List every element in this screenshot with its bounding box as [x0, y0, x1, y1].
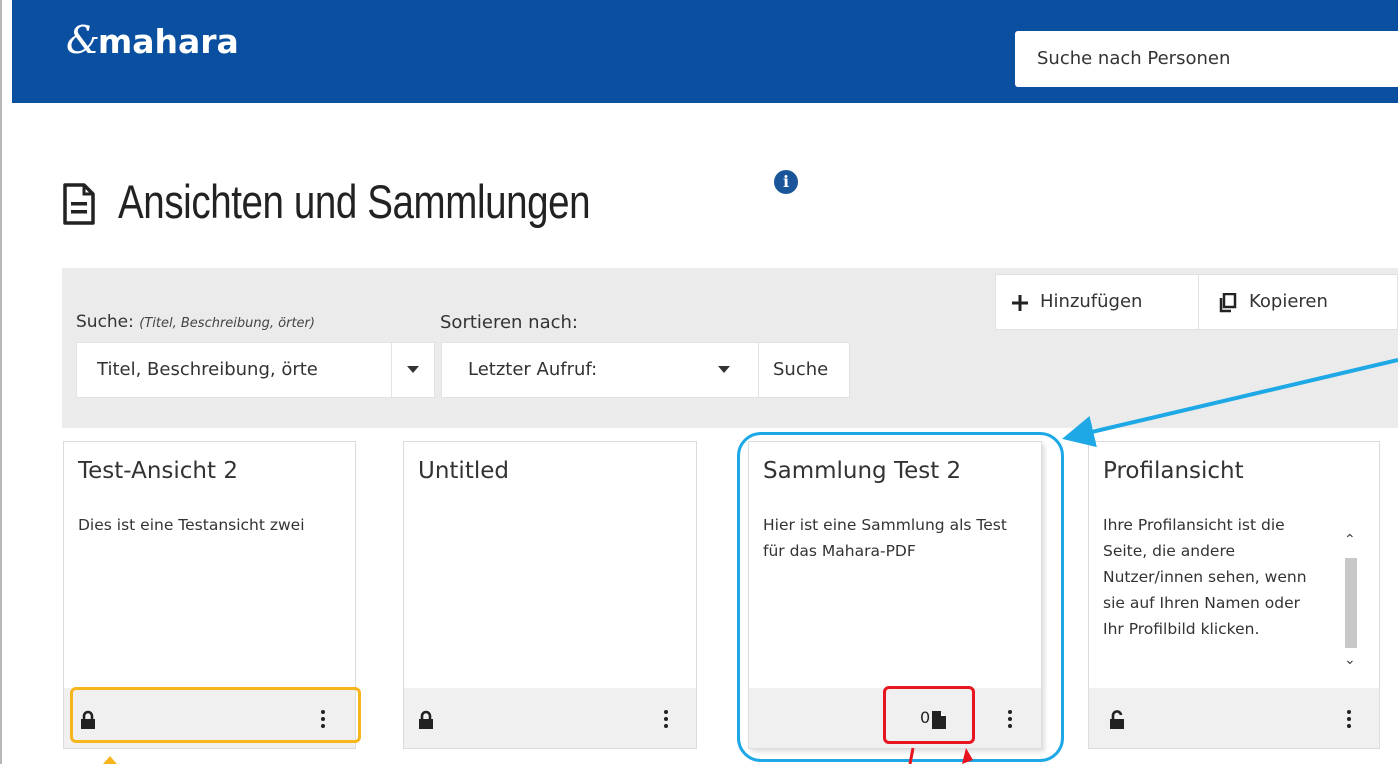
card-description-viewport: Ihre Profilansicht ist die Seite, die an… — [1103, 512, 1329, 688]
people-search — [1015, 31, 1398, 87]
caret-down-icon — [407, 366, 419, 373]
caret-down-icon — [718, 366, 730, 373]
filter-panel: Suche: (Titel, Beschreibung, örter) Sort… — [62, 268, 1398, 428]
copy-button-label: Kopieren — [1249, 291, 1328, 312]
unlock-icon — [1110, 710, 1124, 729]
search-scope-dropdown[interactable] — [391, 342, 435, 398]
logo-swirl: & — [66, 18, 100, 62]
chevron-up-icon[interactable]: ⌃ — [1344, 532, 1356, 548]
search-scope-select[interactable]: Titel, Beschreibung, örte — [76, 342, 398, 398]
more-options-icon[interactable] — [664, 710, 668, 728]
card-description: Dies ist eine Testansicht zwei — [78, 516, 305, 534]
card-title[interactable]: Untitled — [418, 458, 509, 484]
card-title[interactable]: Profilansicht — [1103, 458, 1244, 484]
search-scope-value: Titel, Beschreibung, örte — [97, 359, 318, 380]
profile-view-card[interactable]: Profilansicht Ihre Profilansicht ist die… — [1088, 441, 1380, 749]
logo-text: mahara — [97, 22, 239, 61]
card-description: Ihre Profilansicht ist die Seite, die an… — [1103, 516, 1307, 638]
more-options-icon[interactable] — [1347, 710, 1351, 728]
highlight-box-orange — [70, 687, 361, 743]
scrollbar-thumb[interactable] — [1345, 558, 1357, 648]
chevron-down-icon[interactable]: ⌄ — [1344, 652, 1356, 668]
add-button-label: Hinzufügen — [1040, 291, 1143, 312]
view-card[interactable]: Untitled — [403, 441, 697, 749]
sort-value: Letzter Aufruf: — [468, 359, 598, 380]
search-button-label: Suche — [773, 359, 829, 380]
sort-label: Sortieren nach: — [440, 312, 578, 333]
card-footer — [404, 688, 696, 748]
search-label-text: Suche: — [76, 312, 134, 332]
document-icon — [63, 183, 95, 225]
plus-icon — [1012, 295, 1028, 311]
info-icon[interactable]: i — [774, 170, 798, 194]
highlight-box-red — [883, 686, 975, 744]
card-title[interactable]: Test-Ansicht 2 — [78, 458, 238, 484]
search-hint: (Titel, Beschreibung, örter) — [139, 316, 315, 331]
add-button[interactable]: Hinzufügen — [995, 274, 1199, 330]
copy-button[interactable]: Kopieren — [1198, 274, 1398, 330]
window-left-edge — [0, 0, 2, 764]
description-scrollbar[interactable]: ⌃ ⌄ — [1336, 530, 1364, 682]
card-footer — [1089, 688, 1379, 748]
copy-icon — [1219, 293, 1237, 313]
search-label: Suche: (Titel, Beschreibung, örter) — [76, 312, 315, 332]
page-title: Ansichten und Sammlungen — [118, 175, 591, 228]
people-search-input[interactable] — [1037, 48, 1377, 69]
lock-icon — [419, 710, 433, 729]
mahara-logo[interactable]: &mahara — [66, 18, 239, 62]
arrow-orange-tip — [103, 756, 117, 764]
sort-select[interactable]: Letzter Aufruf: — [441, 342, 759, 398]
search-button[interactable]: Suche — [758, 342, 850, 398]
